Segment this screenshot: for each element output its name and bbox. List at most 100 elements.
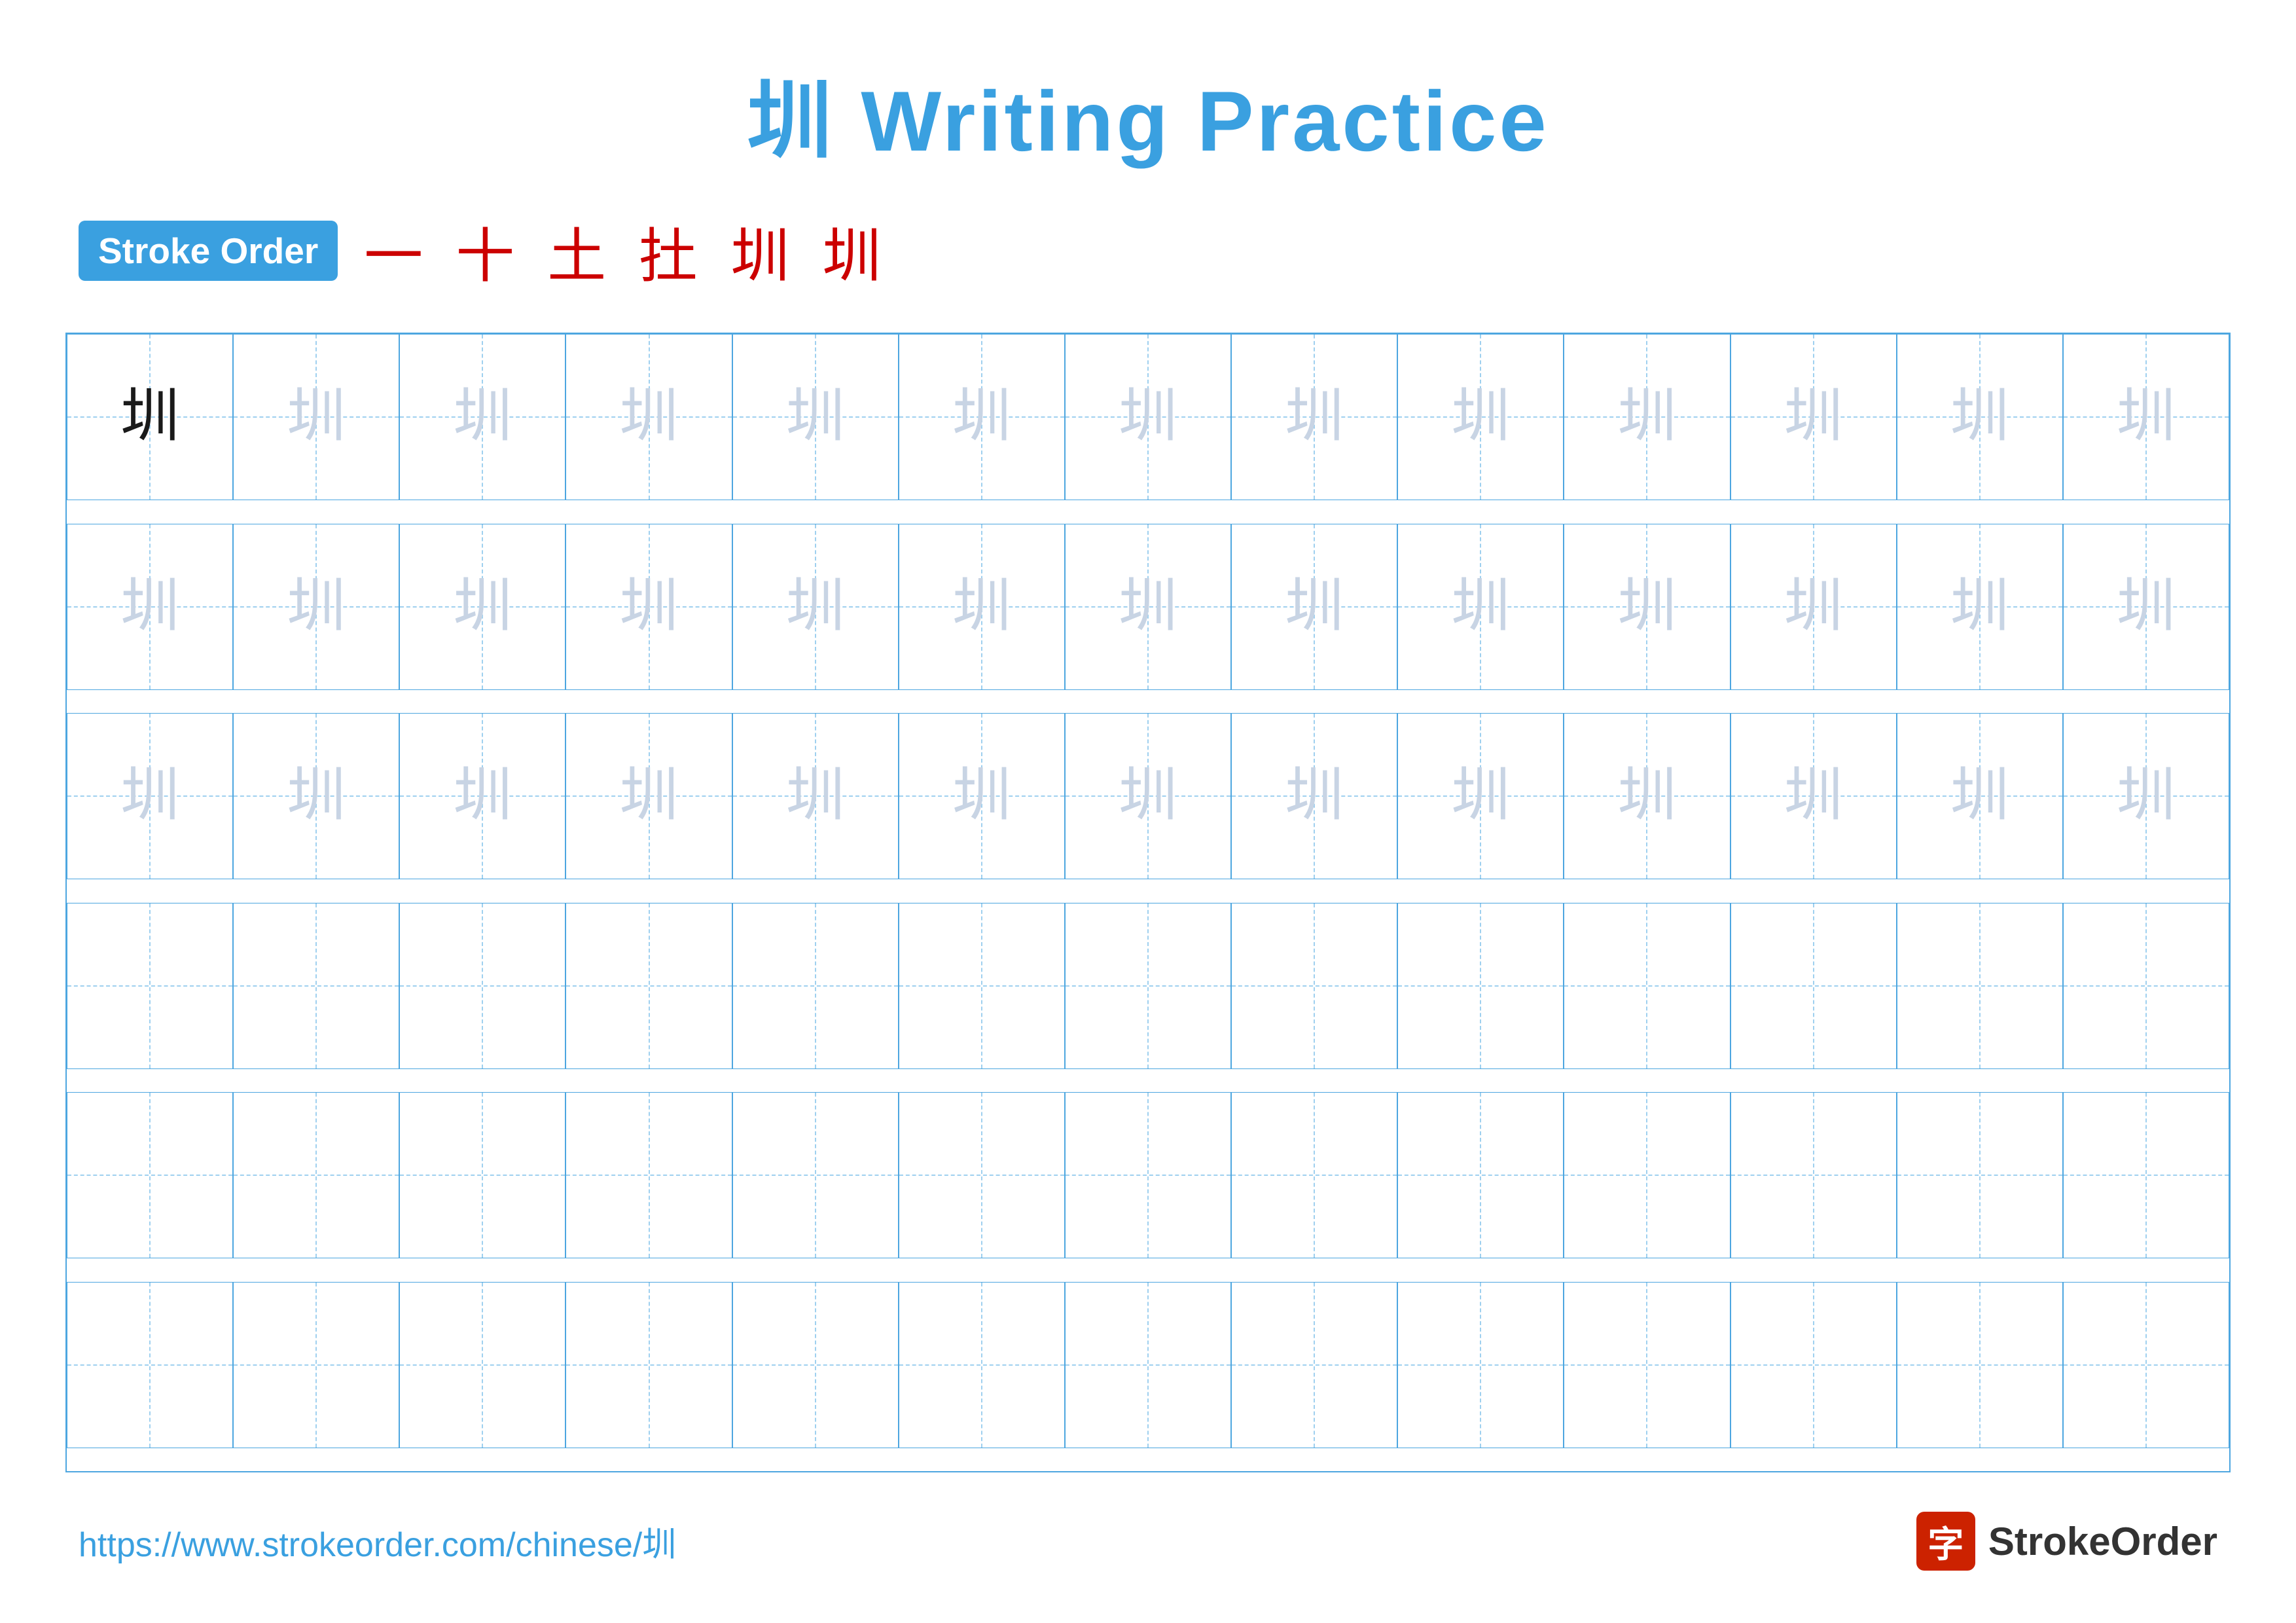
grid-cell[interactable] xyxy=(1897,1282,2063,1448)
grid-cell[interactable]: 圳 xyxy=(1897,524,2063,690)
grid-cell[interactable] xyxy=(565,1092,732,1258)
grid-cell[interactable] xyxy=(1897,1092,2063,1258)
grid-cell[interactable]: 圳 xyxy=(67,524,233,690)
grid-cell[interactable]: 圳 xyxy=(1397,713,1564,879)
grid-cell[interactable] xyxy=(732,1282,899,1448)
stroke-step-3: 土 xyxy=(547,208,606,293)
cell-character: 圳 xyxy=(1119,767,1177,826)
grid-cell[interactable] xyxy=(732,903,899,1069)
grid-cell[interactable]: 圳 xyxy=(1897,713,2063,879)
grid-cell[interactable] xyxy=(2063,1282,2229,1448)
grid-cell[interactable] xyxy=(1731,1092,1897,1258)
grid-cell[interactable]: 圳 xyxy=(399,713,565,879)
cell-character: 圳 xyxy=(1617,388,1676,447)
grid-cell[interactable]: 圳 xyxy=(1065,713,1231,879)
grid-cell[interactable] xyxy=(1397,903,1564,1069)
grid-cell[interactable] xyxy=(732,1092,899,1258)
grid-cell[interactable] xyxy=(1231,1282,1397,1448)
grid-cell[interactable] xyxy=(1231,1092,1397,1258)
grid-cell[interactable]: 圳 xyxy=(732,524,899,690)
grid-cell[interactable] xyxy=(1564,903,1730,1069)
grid-cell[interactable] xyxy=(1397,1092,1564,1258)
grid-cell[interactable]: 圳 xyxy=(67,713,233,879)
stroke-step-5: 圳 xyxy=(730,208,789,293)
grid-cell[interactable] xyxy=(233,903,399,1069)
grid-cell[interactable] xyxy=(2063,903,2229,1069)
cell-character: 圳 xyxy=(453,388,512,447)
cell-character: 圳 xyxy=(952,388,1011,447)
grid-cell[interactable] xyxy=(1731,1282,1897,1448)
grid-cell[interactable]: 圳 xyxy=(1897,334,2063,500)
grid-cell[interactable]: 圳 xyxy=(1065,524,1231,690)
grid-cell[interactable]: 圳 xyxy=(1731,334,1897,500)
grid-cell[interactable]: 圳 xyxy=(1564,524,1730,690)
grid-cell[interactable] xyxy=(565,1282,732,1448)
grid-cell[interactable]: 圳 xyxy=(399,334,565,500)
grid-cell[interactable]: 圳 xyxy=(1564,713,1730,879)
grid-cell[interactable] xyxy=(1397,1282,1564,1448)
grid-cell[interactable] xyxy=(2063,1092,2229,1258)
grid-cell[interactable]: 圳 xyxy=(732,713,899,879)
cell-character: 圳 xyxy=(453,767,512,826)
logo-char: 字 xyxy=(1928,1515,1964,1567)
title-area: 圳 Writing Practice xyxy=(65,52,2231,175)
grid-cell[interactable] xyxy=(67,1092,233,1258)
grid-cell[interactable] xyxy=(399,903,565,1069)
grid-cell[interactable]: 圳 xyxy=(2063,524,2229,690)
cell-character: 圳 xyxy=(620,388,679,447)
stroke-step-4: 扗 xyxy=(639,208,698,293)
grid-cell[interactable] xyxy=(565,903,732,1069)
writing-grid[interactable]: 圳圳圳圳圳圳圳圳圳圳圳圳圳圳圳圳圳圳圳圳圳圳圳圳圳圳圳圳圳圳圳圳圳圳圳圳圳圳圳 xyxy=(65,333,2231,1472)
grid-cell[interactable] xyxy=(399,1282,565,1448)
grid-cell[interactable]: 圳 xyxy=(899,524,1065,690)
grid-cell[interactable]: 圳 xyxy=(1731,524,1897,690)
cell-character: 圳 xyxy=(287,388,346,447)
grid-cell[interactable]: 圳 xyxy=(1731,713,1897,879)
cell-character: 圳 xyxy=(620,577,679,636)
grid-cell[interactable]: 圳 xyxy=(233,524,399,690)
cell-character: 圳 xyxy=(287,577,346,636)
grid-cell[interactable]: 圳 xyxy=(67,334,233,500)
cell-character: 圳 xyxy=(453,577,512,636)
grid-cell[interactable]: 圳 xyxy=(233,334,399,500)
grid-cell[interactable] xyxy=(1731,903,1897,1069)
grid-cell[interactable]: 圳 xyxy=(1231,524,1397,690)
grid-cell[interactable] xyxy=(233,1282,399,1448)
grid-cell[interactable] xyxy=(1065,903,1231,1069)
grid-cell[interactable] xyxy=(1231,903,1397,1069)
grid-cell[interactable]: 圳 xyxy=(2063,713,2229,879)
grid-cell[interactable] xyxy=(399,1092,565,1258)
grid-cell[interactable] xyxy=(899,1092,1065,1258)
grid-cell[interactable] xyxy=(1065,1092,1231,1258)
grid-cell[interactable] xyxy=(1065,1282,1231,1448)
grid-cell[interactable]: 圳 xyxy=(899,713,1065,879)
grid-cell[interactable]: 圳 xyxy=(233,713,399,879)
grid-cell[interactable] xyxy=(67,903,233,1069)
stroke-steps: 一 十 土 扗 圳 圳 xyxy=(364,208,881,293)
grid-cell[interactable] xyxy=(1897,903,2063,1069)
grid-cell[interactable]: 圳 xyxy=(1564,334,1730,500)
footer: https://www.strokeorder.com/chinese/圳 字 … xyxy=(65,1499,2231,1571)
grid-cell[interactable]: 圳 xyxy=(732,334,899,500)
grid-cell[interactable]: 圳 xyxy=(565,334,732,500)
grid-cell[interactable]: 圳 xyxy=(565,713,732,879)
grid-cell[interactable] xyxy=(1564,1282,1730,1448)
grid-cell[interactable]: 圳 xyxy=(1065,334,1231,500)
grid-cell[interactable] xyxy=(899,1282,1065,1448)
cell-character: 圳 xyxy=(1119,388,1177,447)
cell-character: 圳 xyxy=(1950,767,2009,826)
grid-cell[interactable] xyxy=(233,1092,399,1258)
grid-cell[interactable]: 圳 xyxy=(399,524,565,690)
grid-cell[interactable] xyxy=(899,903,1065,1069)
footer-url: https://www.strokeorder.com/chinese/圳 xyxy=(79,1517,676,1566)
grid-cell[interactable]: 圳 xyxy=(565,524,732,690)
cell-character: 圳 xyxy=(952,767,1011,826)
grid-cell[interactable] xyxy=(1564,1092,1730,1258)
grid-cell[interactable]: 圳 xyxy=(1397,334,1564,500)
grid-cell[interactable]: 圳 xyxy=(1231,713,1397,879)
grid-cell[interactable]: 圳 xyxy=(2063,334,2229,500)
grid-cell[interactable] xyxy=(67,1282,233,1448)
grid-cell[interactable]: 圳 xyxy=(899,334,1065,500)
grid-cell[interactable]: 圳 xyxy=(1397,524,1564,690)
grid-cell[interactable]: 圳 xyxy=(1231,334,1397,500)
